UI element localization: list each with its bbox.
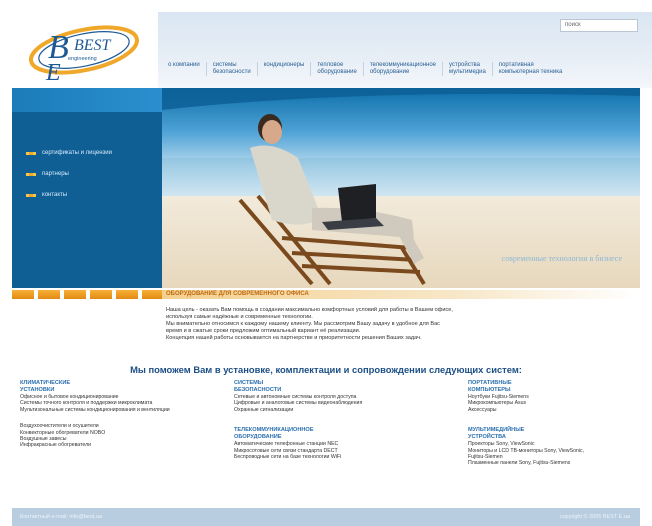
footer-contact[interactable]: Контактный e-mail: info@best.ua [20,514,102,520]
logo-text-sub: engineering [68,56,97,62]
svg-text:E: E [45,60,61,84]
footer: Контактный e-mail: info@best.ua copyrigh… [12,508,640,526]
header-bar: поиск о компании системы безопасности ко… [158,12,652,88]
left-menu-label: сертификаты и лицензии [42,150,112,156]
logo-text-top: BEST [74,37,112,54]
list-item[interactable]: Охранные сигнализации [234,407,424,413]
left-menu-label: контакты [42,192,68,198]
left-menu-partners[interactable]: партнеры [26,171,112,177]
left-menu-label: партнеры [42,171,69,177]
main-nav: о компании системы безопасности кондицио… [166,62,568,76]
orange-blocks [12,290,164,299]
column-heading[interactable]: МУЛЬТИМЕДИЙНЫЕ УСТРОЙСТВА [468,427,644,440]
search-input[interactable]: поиск [560,19,638,32]
list-item[interactable]: Инфракрасные обогреватели [20,442,210,448]
orange-block [142,290,164,299]
orange-block [38,290,60,299]
nav-portable-computers[interactable]: портативная компьютерная техника [491,62,568,76]
intro-text: Наша цель - оказать Вам помощь в создани… [166,307,586,342]
nav-multimedia[interactable]: устройства мультимедиа [442,62,492,76]
left-menu-contacts[interactable]: контакты [26,192,112,198]
orange-block [116,290,138,299]
bullet-icon [26,172,36,176]
list-item[interactable]: Мультизональные системы кондиционировани… [20,407,210,413]
nav-about[interactable]: о компании [166,62,206,76]
section-title: ОБОРУДОВАНИЕ ДЛЯ СОВРЕМЕННОГО ОФИСА [166,291,309,297]
nav-heating[interactable]: тепловое оборудование [310,62,362,76]
orange-block [12,290,34,299]
left-menu: сертификаты и лицензии партнеры контакты [26,150,112,213]
nav-telecom[interactable]: телекоммуникационное оборудование [362,62,442,76]
list-item[interactable]: Беспроводные сети на базе технологии WiF… [234,454,424,460]
intro-line: используя самые надёжные и современные т… [166,314,313,320]
orange-block [90,290,112,299]
bullet-icon [26,193,36,197]
footer-copyright: copyright © 2005 BEST E.ua [559,514,630,520]
column-heading[interactable]: ТЕЛЕКОММУНИКАЦИОННОЕ ОБОРУДОВАНИЕ [234,427,424,440]
intro-line: время и в сжатые сроки предложим оптимал… [166,328,361,334]
intro-line: Концепция нашей работы основывается на п… [166,335,422,341]
bullet-icon [26,151,36,155]
nav-security[interactable]: системы безопасности [205,62,257,76]
hero-image: современные технологии в бизнесе [162,88,640,288]
services-column-security: СИСТЕМЫ БЕЗОПАСНОСТИ Сетевые и автономны… [234,380,424,470]
column-heading[interactable]: СИСТЕМЫ БЕЗОПАСНОСТИ [234,380,424,393]
list-item[interactable]: Плазменные панели Sony, Fujitsu-Siemens [468,460,644,466]
services-column-climate: КЛИМАТИЧЕСКИЕ УСТАНОВКИ Офисное и бытово… [20,380,210,459]
services-headline: Мы поможем Вам в установке, комплектации… [130,364,522,375]
nav-air-conditioners[interactable]: кондиционеры [256,62,311,76]
company-logo[interactable]: B E BEST engineering [24,14,144,84]
services-column-computers: ПОРТАТИВНЫЕ КОМПЬЮТЕРЫ Ноутбуки Fujitsu-… [468,380,644,477]
list-item[interactable]: Аксессуары [468,407,644,413]
left-menu-certificates[interactable]: сертификаты и лицензии [26,150,112,156]
orange-block [64,290,86,299]
hero-caption: современные технологии в бизнесе [501,254,622,263]
column-heading[interactable]: ПОРТАТИВНЫЕ КОМПЬЮТЕРЫ [468,380,644,393]
intro-line: Наша цель - оказать Вам помощь в создани… [166,307,453,313]
column-heading[interactable]: КЛИМАТИЧЕСКИЕ УСТАНОВКИ [20,380,210,393]
intro-line: Мы внимательно относимся к каждому нашем… [166,321,440,327]
left-panel: сертификаты и лицензии партнеры контакты [12,88,162,288]
